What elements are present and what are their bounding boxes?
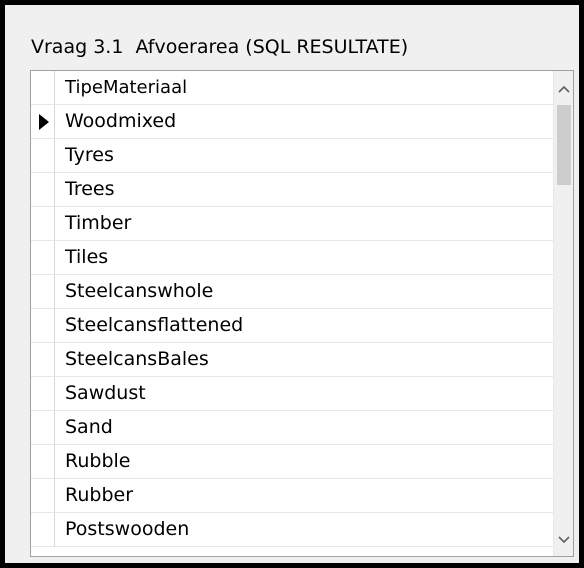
table-row[interactable]: Timber bbox=[31, 207, 555, 241]
row-selector[interactable] bbox=[31, 411, 55, 444]
table-row[interactable]: Woodmixed bbox=[31, 105, 555, 139]
table-cell[interactable]: Trees bbox=[65, 173, 115, 206]
row-selector[interactable] bbox=[31, 275, 55, 308]
current-row-pointer-icon bbox=[39, 114, 49, 130]
scroll-up-button[interactable] bbox=[554, 79, 573, 99]
vertical-scrollbar[interactable] bbox=[553, 71, 573, 556]
table-cell[interactable]: Woodmixed bbox=[65, 105, 176, 138]
table-row[interactable]: Rubble bbox=[31, 445, 555, 479]
row-selector[interactable] bbox=[31, 173, 55, 206]
chevron-up-icon bbox=[558, 85, 570, 93]
header-row-selector bbox=[31, 71, 55, 104]
table-row[interactable]: Steelcanswhole bbox=[31, 275, 555, 309]
result-datagrid[interactable]: TipeMateriaal Woodmixed Tyres Trees Timb… bbox=[30, 70, 574, 557]
table-row[interactable]: Tyres bbox=[31, 139, 555, 173]
table-row[interactable]: Sawdust bbox=[31, 377, 555, 411]
table-cell[interactable]: Tiles bbox=[65, 241, 108, 274]
table-cell[interactable]: Sawdust bbox=[65, 377, 146, 410]
table-cell[interactable]: Steelcansflattened bbox=[65, 309, 243, 342]
scroll-down-button[interactable] bbox=[554, 530, 573, 550]
row-selector[interactable] bbox=[31, 343, 55, 376]
table-row[interactable]: SteelcansBales bbox=[31, 343, 555, 377]
table-row[interactable]: Trees bbox=[31, 173, 555, 207]
table-cell[interactable]: SteelcansBales bbox=[65, 343, 209, 376]
row-selector[interactable] bbox=[31, 479, 55, 512]
table-cell[interactable]: Tyres bbox=[65, 139, 114, 172]
table-row[interactable]: Postswooden bbox=[31, 513, 555, 547]
row-selector[interactable] bbox=[31, 241, 55, 274]
grid-header-row: TipeMateriaal bbox=[31, 71, 555, 105]
window-title: Vraag 3.1 Afvoerarea (SQL RESULTATE) bbox=[31, 36, 409, 58]
table-cell[interactable]: Rubble bbox=[65, 445, 130, 478]
table-cell[interactable]: Postswooden bbox=[65, 513, 189, 546]
row-selector[interactable] bbox=[31, 139, 55, 172]
table-row[interactable]: Tiles bbox=[31, 241, 555, 275]
row-selector[interactable] bbox=[31, 445, 55, 478]
table-cell[interactable]: Steelcanswhole bbox=[65, 275, 213, 308]
table-row[interactable]: Rubber bbox=[31, 479, 555, 513]
table-row[interactable]: Sand bbox=[31, 411, 555, 445]
scrollbar-thumb[interactable] bbox=[557, 105, 571, 185]
column-header-tipemateriaal[interactable]: TipeMateriaal bbox=[65, 71, 187, 104]
row-selector[interactable] bbox=[31, 513, 55, 546]
table-cell[interactable]: Rubber bbox=[65, 479, 133, 512]
table-cell[interactable]: Timber bbox=[65, 207, 131, 240]
query-result-window: Vraag 3.1 Afvoerarea (SQL RESULTATE) Tip… bbox=[0, 0, 584, 568]
row-selector[interactable] bbox=[31, 105, 55, 138]
row-selector[interactable] bbox=[31, 377, 55, 410]
row-selector[interactable] bbox=[31, 207, 55, 240]
table-row[interactable]: Steelcansflattened bbox=[31, 309, 555, 343]
row-selector[interactable] bbox=[31, 309, 55, 342]
chevron-down-icon bbox=[558, 536, 570, 544]
table-cell[interactable]: Sand bbox=[65, 411, 113, 444]
